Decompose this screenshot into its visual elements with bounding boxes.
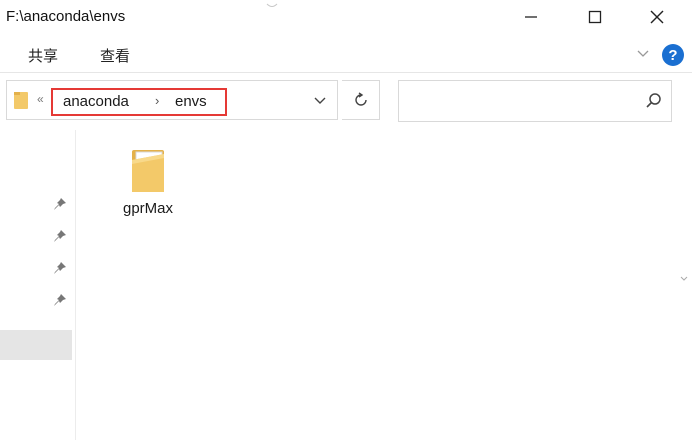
folder-label: gprMax — [122, 200, 174, 217]
ribbon-divider — [0, 72, 692, 73]
close-icon — [650, 10, 664, 24]
breadcrumb-overflow[interactable]: « — [37, 92, 44, 106]
folder-icon — [132, 150, 164, 192]
scroll-hint-icon — [680, 276, 688, 281]
refresh-button[interactable] — [342, 80, 380, 120]
search-input[interactable] — [407, 89, 627, 113]
search-box[interactable] — [398, 80, 672, 122]
folder-icon — [14, 92, 28, 109]
tab-view[interactable]: 查看 — [100, 45, 130, 66]
maximize-button[interactable] — [572, 0, 618, 34]
pin-icon[interactable] — [52, 228, 68, 244]
window-title: F:\anaconda\envs — [6, 8, 126, 25]
pin-icon[interactable] — [52, 292, 68, 308]
minimize-button[interactable] — [508, 0, 554, 34]
drag-grip-icon — [266, 3, 278, 7]
chevron-down-icon[interactable] — [636, 48, 650, 60]
address-bar[interactable]: « anaconda › envs — [6, 80, 338, 120]
nav-item-selected[interactable] — [0, 330, 72, 360]
close-button[interactable] — [634, 0, 680, 34]
maximize-icon — [588, 10, 602, 24]
pin-icon[interactable] — [52, 196, 68, 212]
search-icon[interactable] — [645, 92, 663, 110]
title-bar: F:\anaconda\envs — [0, 0, 692, 34]
folder-item-gprmax[interactable]: gprMax — [108, 144, 188, 228]
breadcrumb-separator[interactable]: › — [155, 93, 159, 108]
navigation-pane: ) — [0, 130, 76, 440]
ribbon: 共享 查看 ? — [0, 34, 692, 72]
help-icon[interactable]: ? — [662, 44, 684, 66]
breadcrumb-anaconda[interactable]: anaconda — [63, 93, 129, 110]
refresh-icon — [354, 92, 367, 106]
breadcrumb-envs[interactable]: envs — [175, 93, 207, 110]
address-dropdown-icon[interactable] — [313, 95, 327, 107]
tab-share[interactable]: 共享 — [28, 45, 58, 66]
pin-icon[interactable] — [52, 260, 68, 276]
minimize-icon — [525, 16, 537, 18]
